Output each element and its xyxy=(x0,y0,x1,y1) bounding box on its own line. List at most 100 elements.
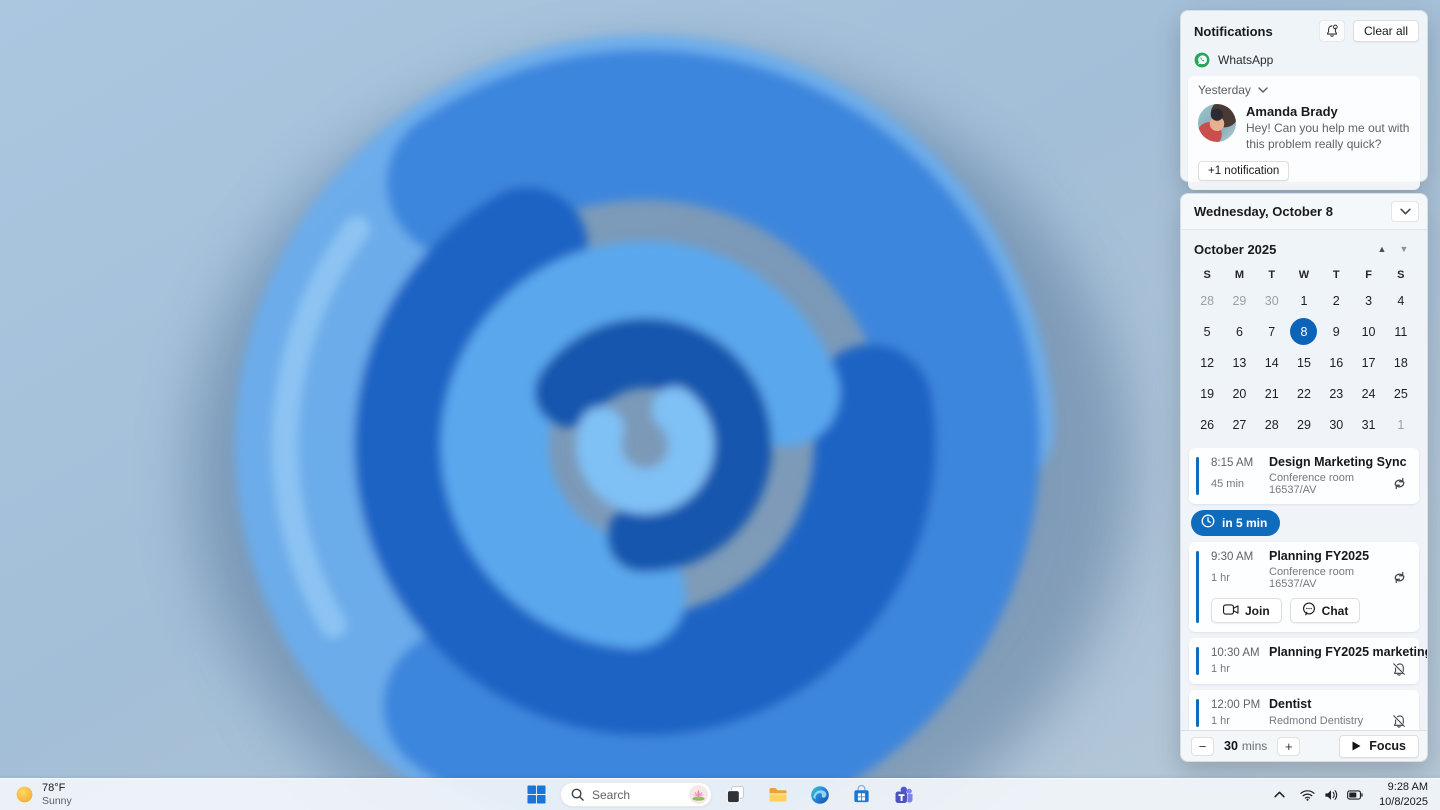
bell-off-icon[interactable] xyxy=(1392,714,1409,728)
calendar-day[interactable]: 15 xyxy=(1288,347,1320,378)
weekday-header: S xyxy=(1203,269,1211,281)
network-volume-battery-button[interactable] xyxy=(1291,781,1371,809)
calendar-day[interactable]: 19 xyxy=(1191,378,1223,409)
event-time: 9:30 AM xyxy=(1211,551,1254,563)
clear-all-button[interactable]: Clear all xyxy=(1352,20,1419,42)
calendar-day[interactable]: 20 xyxy=(1223,378,1255,409)
join-button[interactable]: Join xyxy=(1211,598,1282,623)
calendar-day[interactable]: 11 xyxy=(1385,316,1417,347)
month-label: October 2025 xyxy=(1194,241,1277,257)
event-duration: 1 hr xyxy=(1211,572,1230,584)
calendar-day[interactable]: 31 xyxy=(1352,409,1384,440)
calendar-day[interactable]: 6 xyxy=(1223,316,1255,347)
search-input[interactable]: Search xyxy=(560,782,712,807)
agenda-event-card[interactable]: 8:15 AM Design Marketing Sync 45 min Confer… xyxy=(1189,448,1419,504)
hidden-icons-button[interactable] xyxy=(1267,781,1291,809)
increase-minutes-button[interactable]: + xyxy=(1277,736,1301,756)
calendar-panel: Wednesday, October 8 October 2025 ▲ ▼ S M… xyxy=(1180,193,1428,762)
event-location: Redmond Dentistry xyxy=(1269,715,1364,727)
calendar-day[interactable]: 10 xyxy=(1352,316,1384,347)
calendar-day[interactable]: 27 xyxy=(1223,409,1255,440)
weekday-header: M xyxy=(1234,269,1244,281)
calendar-day-grid: 28 29 30 1 2 3 4 5 6 7 8 9 10 11 12 13 14 15 16 17 18 19 20 21 2… xyxy=(1181,283,1427,445)
video-icon xyxy=(1223,603,1239,618)
calendar-day[interactable]: 1 xyxy=(1288,285,1320,316)
event-title: Design Marketing Sync xyxy=(1269,455,1407,469)
weather-widget[interactable]: 78°F Sunny xyxy=(9,779,78,810)
calendar-collapse-button[interactable] xyxy=(1391,201,1419,222)
calendar-day[interactable]: 4 xyxy=(1385,285,1417,316)
decrease-minutes-button[interactable]: − xyxy=(1191,736,1214,756)
file-explorer-button[interactable] xyxy=(759,781,796,809)
weekday-header: T xyxy=(1332,269,1340,281)
notification-message-row: Amanda Brady Hey! Can you help me out wi… xyxy=(1198,104,1410,153)
start-focus-button[interactable]: Focus xyxy=(1339,734,1419,758)
event-countdown-badge[interactable]: in 5 min xyxy=(1191,510,1281,536)
calendar-day[interactable]: 16 xyxy=(1320,347,1352,378)
focus-button-label: Focus xyxy=(1369,738,1406,753)
calendar-day[interactable]: 12 xyxy=(1191,347,1223,378)
focus-duration-value: 30 xyxy=(1224,739,1238,753)
calendar-day[interactable]: 22 xyxy=(1288,378,1320,409)
tray-date: 10/8/2025 xyxy=(1379,795,1428,808)
calendar-day[interactable]: 30 xyxy=(1320,409,1352,440)
edge-browser-button[interactable] xyxy=(801,781,838,809)
search-placeholder: Search xyxy=(592,787,631,802)
calendar-day[interactable]: 29 xyxy=(1288,409,1320,440)
notification-app-group[interactable]: WhatsApp xyxy=(1181,46,1427,70)
tray-time: 9:28 AM xyxy=(1387,781,1428,794)
notification-settings-icon xyxy=(1327,24,1338,37)
calendar-day[interactable]: 3 xyxy=(1352,285,1384,316)
calendar-day[interactable]: 28 xyxy=(1191,285,1223,316)
previous-month-button[interactable]: ▲ xyxy=(1371,240,1393,258)
event-time: 10:30 AM xyxy=(1211,647,1260,659)
calendar-day[interactable]: 14 xyxy=(1256,347,1288,378)
notification-settings-button[interactable] xyxy=(1318,20,1345,42)
search-highlight-lotus-icon xyxy=(689,785,708,804)
clock-widget[interactable]: 9:28 AM 10/8/2025 xyxy=(1371,780,1436,809)
calendar-day[interactable]: 25 xyxy=(1385,378,1417,409)
bell-off-icon[interactable] xyxy=(1392,662,1409,676)
sun-icon xyxy=(16,786,33,803)
button-label: Chat xyxy=(1321,603,1349,618)
calendar-day[interactable]: 26 xyxy=(1191,409,1223,440)
notification-time-group[interactable]: Yesterday xyxy=(1198,83,1410,97)
next-month-button[interactable]: ▼ xyxy=(1393,240,1415,258)
teams-button[interactable] xyxy=(885,781,922,809)
start-button[interactable] xyxy=(518,781,555,809)
more-notifications-button[interactable]: +1 notification xyxy=(1198,160,1290,181)
calendar-day[interactable]: 30 xyxy=(1256,285,1288,316)
notification-card[interactable]: Yesterday Amanda Brady Hey! Can you help… xyxy=(1188,76,1420,190)
windows-start-icon xyxy=(527,785,546,804)
weekday-header: W xyxy=(1298,269,1310,281)
calendar-day[interactable]: 23 xyxy=(1320,378,1352,409)
calendar-day[interactable]: 21 xyxy=(1256,378,1288,409)
task-view-button[interactable] xyxy=(717,781,754,809)
calendar-day[interactable]: 13 xyxy=(1223,347,1255,378)
calendar-day[interactable]: 29 xyxy=(1223,285,1255,316)
focus-duration-unit: mins xyxy=(1241,739,1268,753)
calendar-day[interactable]: 24 xyxy=(1352,378,1384,409)
calendar-day[interactable]: 2 xyxy=(1320,285,1352,316)
calendar-day[interactable]: 9 xyxy=(1320,316,1352,347)
agenda-event-card[interactable]: 9:30 AM Planning FY2025 1 hr Conference roo… xyxy=(1189,542,1419,632)
event-location: Conference room 16537/AV xyxy=(1269,566,1354,590)
microsoft-store-button[interactable] xyxy=(843,781,880,809)
calendar-day-selected[interactable]: 8 xyxy=(1288,316,1320,347)
agenda-event-card[interactable]: 12:00 PM Dentist 1 hr Redmond Dentistry xyxy=(1189,690,1419,730)
calendar-day[interactable]: 7 xyxy=(1256,316,1288,347)
weather-condition: Sunny xyxy=(42,794,72,807)
calendar-day[interactable]: 17 xyxy=(1352,347,1384,378)
search-icon xyxy=(571,788,584,801)
chat-button[interactable]: Chat xyxy=(1289,598,1361,623)
calendar-day[interactable]: 28 xyxy=(1256,409,1288,440)
calendar-day[interactable]: 1 xyxy=(1385,409,1417,440)
agenda-list: 8:15 AM Design Marketing Sync 45 min Confer… xyxy=(1181,445,1427,730)
notifications-header: Notifications Clear all xyxy=(1181,11,1427,46)
calendar-day[interactable]: 18 xyxy=(1385,347,1417,378)
calendar-day[interactable]: 5 xyxy=(1191,316,1223,347)
selected-date-label: Wednesday, October 8 xyxy=(1194,204,1333,219)
event-time: 12:00 PM xyxy=(1211,699,1261,711)
agenda-event-card[interactable]: 10:30 AM Planning FY2025 marketing 1 hr xyxy=(1189,638,1427,684)
recurrence-icon xyxy=(1392,571,1409,585)
